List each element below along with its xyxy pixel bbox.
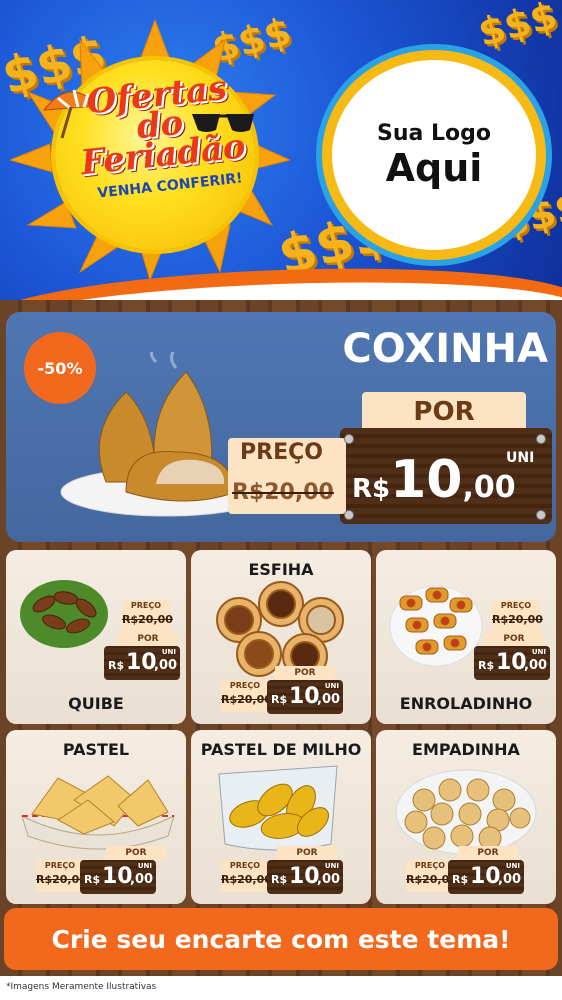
old-price: R$20,00	[221, 873, 272, 886]
product-name: ENROLADINHO	[399, 694, 533, 713]
price-integer: 10	[289, 684, 320, 709]
price-box: R$ 10 ,00 UNI	[267, 860, 343, 894]
por-label: POR	[118, 632, 178, 646]
product-name: PASTEL	[62, 740, 130, 759]
price-cents: ,00	[130, 872, 154, 887]
logo-text-line2: Aqui	[385, 145, 483, 190]
price-cents: ,00	[317, 692, 341, 707]
preco-label: PREÇO	[229, 681, 261, 690]
price-cents: ,00	[524, 658, 548, 673]
preco-label: PREÇO	[44, 861, 76, 870]
old-price-box: PREÇO R$20,00	[406, 860, 457, 892]
main-price-cents: ,00	[462, 470, 516, 505]
old-price-box: PREÇO R$20,00	[221, 860, 272, 892]
unit-label: UNI	[137, 862, 152, 870]
logo-placeholder[interactable]: Sua Logo Aqui	[322, 50, 546, 260]
old-price: R$20,00	[492, 613, 543, 626]
old-price: R$20,00	[406, 873, 457, 886]
price-box: R$ 10 ,00 UNI	[448, 860, 524, 894]
product-name: QUIBE	[68, 694, 124, 713]
product-card-esfiha[interactable]: ESFIHA POR PREÇO R$20,00 R$ 10 ,00 UNI	[191, 550, 371, 724]
preco-label: PREÇO	[130, 601, 162, 610]
price-cents: ,00	[154, 658, 178, 673]
product-name: EMPADINHA	[412, 740, 520, 759]
main-new-price: R$10,00	[352, 450, 516, 510]
empadinha-image	[395, 769, 537, 855]
main-por-label: POR	[362, 392, 526, 432]
screw-decoration	[344, 434, 354, 444]
disclaimer-text: *Imagens Meramente Ilustrativas	[6, 982, 157, 992]
logo-text-line1: Sua Logo	[376, 120, 491, 146]
unit-label: UNI	[505, 862, 520, 870]
esfiha-image	[216, 581, 344, 679]
unit-label: UNI	[324, 682, 339, 690]
dollar-decoration: $$$	[473, 0, 562, 55]
old-price-box: PREÇO R$20,00	[122, 600, 173, 632]
preco-label: PREÇO	[500, 601, 532, 610]
currency: R$	[271, 693, 288, 706]
currency: R$	[271, 873, 288, 886]
product-card-pastel-de-milho[interactable]: PASTEL DE MILHO POR PREÇO R$20,00 R$ 10 …	[191, 730, 371, 904]
currency: R$	[108, 659, 125, 672]
price-box: R$ 10 ,00 UNI	[80, 860, 156, 894]
product-card-pastel[interactable]: PASTEL POR PREÇO R$20,00 R$ 10 ,00 UNI	[6, 730, 186, 904]
price-integer: 10	[289, 864, 320, 889]
quibe-image	[20, 580, 108, 648]
unit-label: UNI	[324, 862, 339, 870]
main-price-integer: 10	[390, 450, 463, 510]
price-box: R$ 10 ,00 UNI	[104, 646, 180, 680]
por-label: POR	[458, 846, 518, 860]
old-price: R$20,00	[36, 873, 87, 886]
screw-decoration	[344, 510, 354, 520]
screw-decoration	[536, 510, 546, 520]
price-integer: 10	[126, 650, 157, 675]
preco-label: PREÇO	[229, 861, 261, 870]
price-cents: ,00	[498, 872, 522, 887]
price-integer: 10	[470, 864, 501, 889]
currency: R$	[452, 873, 469, 886]
product-card-empadinha[interactable]: EMPADINHA POR PREÇO R$20,00 R$ 10 ,00 UN…	[376, 730, 556, 904]
por-label: POR	[275, 666, 335, 680]
pastel-de-milho-image	[218, 765, 338, 851]
offer-title: Ofertas do Feriadão	[56, 68, 264, 183]
old-price: R$20,00	[221, 693, 272, 706]
currency: R$	[478, 659, 495, 672]
por-label: POR	[484, 632, 544, 646]
price-cents: ,00	[317, 872, 341, 887]
old-price: R$20,00	[122, 613, 173, 626]
old-price-box: PREÇO R$20,00	[492, 600, 543, 632]
cta-button[interactable]: Crie seu encarte com este tema!	[4, 908, 558, 970]
currency: R$	[84, 873, 101, 886]
price-box: R$ 10 ,00 UNI	[267, 680, 343, 714]
por-label: POR	[106, 846, 166, 860]
main-preco-label: PREÇO	[240, 440, 323, 465]
enroladinho-image	[389, 585, 483, 667]
pastel-image	[21, 775, 175, 850]
main-product-name: COXINHA	[342, 326, 548, 372]
por-label: POR	[277, 846, 337, 860]
old-price-box: PREÇO R$20,00	[221, 680, 272, 712]
price-integer: 10	[496, 650, 527, 675]
product-name: ESFIHA	[248, 560, 314, 579]
unit-label: UNI	[531, 648, 546, 656]
preco-label: PREÇO	[414, 861, 446, 870]
product-name: PASTEL DE MILHO	[200, 740, 362, 759]
product-card-quibe[interactable]: PREÇO R$20,00 POR R$ 10 ,00 UNI QUIBE	[6, 550, 186, 724]
old-price-box: PREÇO R$20,00	[36, 860, 87, 892]
price-box: R$ 10 ,00 UNI	[474, 646, 550, 680]
main-currency: R$	[352, 474, 391, 504]
product-card-enroladinho[interactable]: PREÇO R$20,00 POR R$ 10 ,00 UNI ENROLADI…	[376, 550, 556, 724]
header-banner: $$$ $$$ $$$ $$$ $$$ Ofertas do Feriadão …	[0, 0, 562, 300]
screw-decoration	[536, 434, 546, 444]
main-old-price: R$20,00	[232, 480, 334, 505]
unit-label: UNI	[161, 648, 176, 656]
main-offer-card[interactable]: -50% COXINHA POR PREÇO R$20,00 UNI R$10,…	[6, 312, 556, 542]
price-integer: 10	[102, 864, 133, 889]
